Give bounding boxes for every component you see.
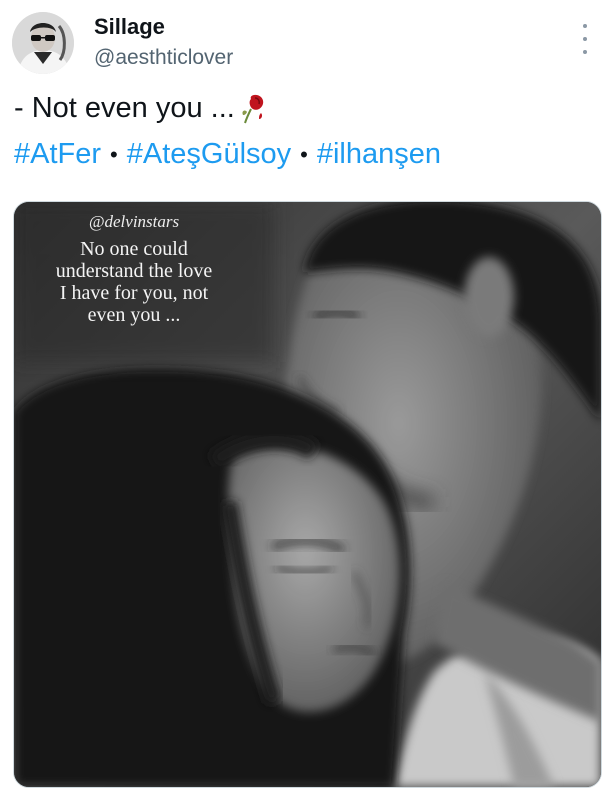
avatar[interactable]	[12, 12, 74, 74]
quote-line: understand the love	[55, 260, 213, 282]
hashtag-link[interactable]: #ilhanşen	[317, 138, 441, 171]
more-options-icon[interactable]	[578, 24, 592, 54]
separator: •	[300, 141, 308, 167]
author-name[interactable]: Sillage	[94, 14, 165, 40]
quote-text: No one could understand the love I have …	[14, 238, 254, 326]
quote-line: No one could	[80, 238, 188, 260]
wilted-rose-icon	[239, 93, 267, 125]
author-handle[interactable]: @aesthticlover	[94, 46, 233, 70]
hashtag-link[interactable]: #AteşGülsoy	[127, 138, 291, 171]
tweet-text-content: - Not even you ...	[14, 92, 235, 124]
quote-line: I have for you, not	[59, 282, 209, 304]
quote-line: even you ...	[87, 304, 181, 326]
watermark-credit: @delvinstars	[88, 212, 180, 231]
hashtag-link[interactable]: #AtFer	[14, 138, 101, 171]
tweet: Sillage @aesthticlover - Not even you ..…	[0, 0, 610, 800]
tweet-text: - Not even you ...	[14, 92, 267, 125]
separator: •	[110, 141, 118, 167]
quote-overlay: @delvinstars No one could understand the…	[14, 202, 254, 326]
media-image[interactable]: @delvinstars No one could understand the…	[13, 201, 602, 788]
hashtag-row: #AtFer • #AteşGülsoy • #ilhanşen	[14, 138, 441, 171]
